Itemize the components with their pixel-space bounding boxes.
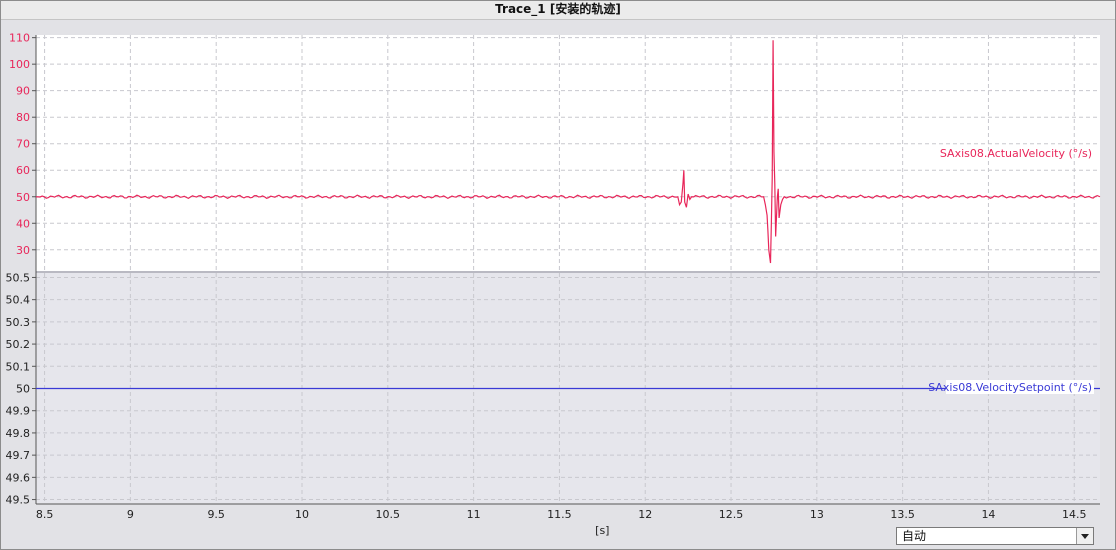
- dropdown-button[interactable]: [1076, 528, 1093, 544]
- y-tick-label-lower: 50.1: [6, 360, 31, 373]
- y-tick-label-upper: 80: [16, 111, 30, 124]
- x-tick-label: 9.5: [207, 508, 225, 521]
- y-tick-label-lower: 50.2: [6, 338, 31, 351]
- y-tick-label-lower: 50: [16, 383, 30, 396]
- scale-mode-select[interactable]: 自动: [896, 527, 1094, 545]
- y-tick-label-upper: 40: [16, 217, 30, 230]
- x-tick-label: 14.5: [1062, 508, 1087, 521]
- y-tick-label-lower: 49.5: [6, 494, 31, 507]
- x-tick-label: 12.5: [719, 508, 744, 521]
- series-label-velocity-setpoint: SAxis08.VelocitySetpoint (°/s): [928, 381, 1092, 394]
- scale-mode-value: 自动: [902, 529, 927, 543]
- x-tick-label: 9: [127, 508, 134, 521]
- y-tick-label-upper: 90: [16, 85, 30, 98]
- x-tick-label: 13.5: [890, 508, 915, 521]
- y-tick-label-lower: 49.8: [6, 427, 31, 440]
- x-axis-label: [s]: [595, 524, 609, 537]
- y-tick-label-upper: 70: [16, 138, 30, 151]
- y-tick-label-upper: 110: [9, 32, 30, 45]
- y-tick-label-lower: 50.4: [6, 294, 31, 307]
- y-tick-label-lower: 50.3: [6, 316, 31, 329]
- y-tick-label-lower: 49.7: [6, 449, 31, 462]
- y-tick-label-lower: 49.6: [6, 471, 31, 484]
- x-tick-label: 11.5: [547, 508, 572, 521]
- chevron-down-icon: [1081, 534, 1089, 539]
- y-tick-label-upper: 30: [16, 244, 30, 257]
- x-tick-label: 14: [981, 508, 995, 521]
- y-tick-label-upper: 50: [16, 191, 30, 204]
- series-label-actual-velocity: SAxis08.ActualVelocity (°/s): [940, 147, 1092, 160]
- trace-plot[interactable]: 8.5 9 9.5 10 10.5 11 11.5 12 12.5 13 13.5 14 14.5 [s]…: [0, 0, 1116, 550]
- x-tick-label: 11: [467, 508, 481, 521]
- x-tick-label: 8.5: [36, 508, 54, 521]
- y-tick-label-lower: 50.5: [6, 271, 31, 284]
- x-tick-label: 10: [295, 508, 309, 521]
- x-tick-label: 13: [810, 508, 824, 521]
- y-tick-label-upper: 100: [9, 58, 30, 71]
- y-tick-label-lower: 49.9: [6, 405, 31, 418]
- x-tick-label: 12: [638, 508, 652, 521]
- y-tick-label-upper: 60: [16, 164, 30, 177]
- x-tick-label: 10.5: [376, 508, 401, 521]
